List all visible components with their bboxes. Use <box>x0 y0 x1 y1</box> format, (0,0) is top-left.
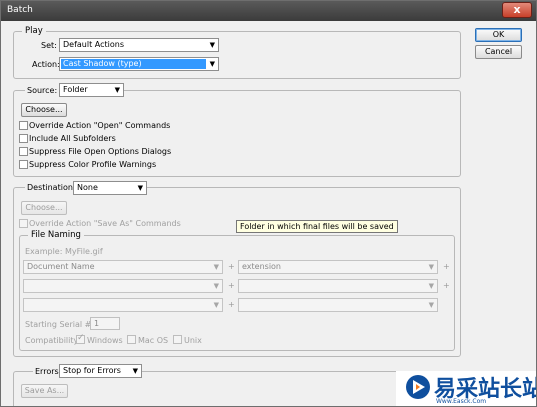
destination-tooltip: Folder in which final files will be save… <box>236 220 398 233</box>
naming-field-4[interactable]: ▼ <box>238 279 438 293</box>
serial-input[interactable]: 1 <box>90 317 120 330</box>
action-select-value: Cast Shadow (type) <box>61 59 206 69</box>
chevron-down-icon: ▼ <box>137 184 143 192</box>
override-save-as-checkbox[interactable] <box>19 219 28 228</box>
chevron-down-icon: ▼ <box>209 60 215 68</box>
chevron-down-icon: ▼ <box>428 301 434 309</box>
chevron-down-icon: ▼ <box>428 282 434 290</box>
override-open-label: Override Action "Open" Commands <box>29 121 171 130</box>
chevron-down-icon: ▼ <box>132 367 138 375</box>
file-naming-legend: File Naming <box>28 230 84 240</box>
destination-choose-button[interactable]: Choose... <box>21 201 67 215</box>
naming-field-1-value: Document Name <box>27 262 95 271</box>
include-subfolders-checkbox[interactable] <box>19 134 28 143</box>
source-label: Source: <box>25 86 60 95</box>
compat-macos-checkbox[interactable] <box>127 335 136 344</box>
window-title: Batch <box>7 5 33 15</box>
watermark: 易采站长站 Www.Easck.Com <box>396 371 536 406</box>
chevron-down-icon: ▼ <box>213 301 219 309</box>
compat-windows-checkbox[interactable] <box>76 333 85 344</box>
compat-unix-label: Unix <box>184 336 202 345</box>
override-open-checkbox[interactable] <box>19 121 28 130</box>
source-choose-button[interactable]: Choose... <box>21 103 67 117</box>
compat-windows-label: Windows <box>87 336 123 345</box>
chevron-down-icon: ▼ <box>213 263 219 271</box>
chevron-down-icon: ▼ <box>213 282 219 290</box>
play-legend: Play <box>22 26 46 36</box>
plus-sign: + <box>443 281 450 290</box>
naming-field-6[interactable]: ▼ <box>238 298 438 312</box>
destination-label: Destination: <box>25 183 78 192</box>
naming-field-2[interactable]: extension ▼ <box>238 260 438 274</box>
action-select[interactable]: Cast Shadow (type) ▼ <box>59 57 219 71</box>
watermark-logo-icon <box>406 375 430 399</box>
errors-select-value: Stop for Errors <box>63 366 121 375</box>
naming-field-2-value: extension <box>242 262 281 271</box>
suppress-color-profile-label: Suppress Color Profile Warnings <box>29 160 157 169</box>
serial-label: Starting Serial #: <box>25 320 95 329</box>
plus-sign: + <box>228 300 235 309</box>
action-label: Action: <box>32 60 60 69</box>
suppress-open-options-checkbox[interactable] <box>19 147 28 156</box>
close-button[interactable]: x <box>502 2 532 18</box>
chevron-down-icon: ▼ <box>114 86 120 94</box>
compat-unix-checkbox[interactable] <box>173 335 182 344</box>
naming-field-3[interactable]: ▼ <box>23 279 223 293</box>
destination-select[interactable]: None ▼ <box>73 181 147 195</box>
compat-label: Compatibility: <box>25 336 81 345</box>
naming-field-1[interactable]: Document Name ▼ <box>23 260 223 274</box>
title-bar: Batch x <box>1 1 536 21</box>
ok-button[interactable]: OK <box>475 28 522 42</box>
plus-sign: + <box>228 281 235 290</box>
naming-field-5[interactable]: ▼ <box>23 298 223 312</box>
destination-select-value: None <box>77 183 98 192</box>
suppress-open-options-label: Suppress File Open Options Dialogs <box>29 147 172 156</box>
errors-save-as-button[interactable]: Save As... <box>21 384 68 398</box>
suppress-color-profile-checkbox[interactable] <box>19 160 28 169</box>
batch-dialog: Batch x OK Cancel Play Set: Default Acti… <box>0 0 537 407</box>
file-naming-example: Example: MyFile.gif <box>25 247 103 256</box>
chevron-down-icon: ▼ <box>209 41 215 49</box>
source-select[interactable]: Folder ▼ <box>59 83 124 97</box>
watermark-url: Www.Easck.Com <box>436 398 487 405</box>
set-select-value: Default Actions <box>63 40 124 49</box>
compat-macos-label: Mac OS <box>138 336 169 345</box>
include-subfolders-label: Include All Subfolders <box>29 134 116 143</box>
plus-sign: + <box>443 262 450 271</box>
close-icon: x <box>513 3 521 16</box>
set-label: Set: <box>41 41 57 50</box>
plus-sign: + <box>228 262 235 271</box>
set-select[interactable]: Default Actions ▼ <box>59 38 219 52</box>
source-select-value: Folder <box>63 85 88 94</box>
cancel-button[interactable]: Cancel <box>475 45 522 59</box>
chevron-down-icon: ▼ <box>428 263 434 271</box>
errors-select[interactable]: Stop for Errors ▼ <box>59 364 142 378</box>
override-save-as-label: Override Action "Save As" Commands <box>29 219 181 228</box>
